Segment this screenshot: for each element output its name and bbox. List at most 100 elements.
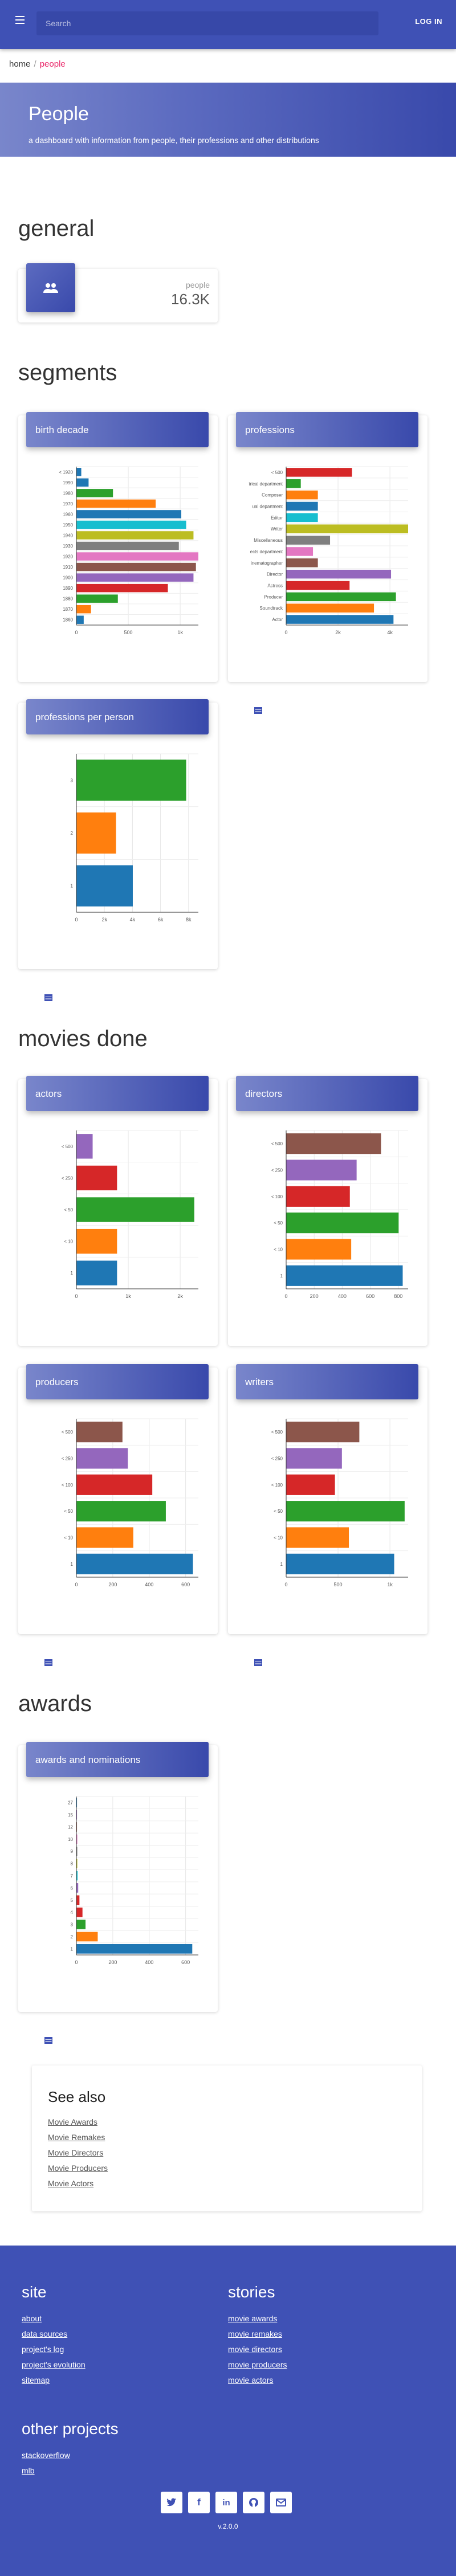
y-tick-label: 27	[68, 1801, 73, 1806]
footer-link[interactable]: mlb	[22, 2466, 119, 2475]
bar	[76, 1165, 117, 1191]
list-icon[interactable]	[44, 953, 75, 1001]
stat-value: 16.3K	[171, 291, 210, 308]
bar	[76, 510, 182, 519]
y-tick-label: 1	[71, 884, 74, 889]
footer-link[interactable]: project's evolution	[22, 2360, 85, 2369]
y-tick-label: 1	[71, 1271, 74, 1276]
y-tick-label: Director	[267, 572, 283, 577]
table-icon[interactable]	[254, 1618, 269, 1666]
y-tick-label: < 10	[64, 1536, 73, 1541]
footer-link[interactable]: stackoverflow	[22, 2451, 119, 2460]
table-icon[interactable]	[44, 1618, 59, 1666]
footer-link[interactable]: movie actors	[228, 2375, 287, 2385]
footer-link[interactable]: movie producers	[228, 2360, 287, 2369]
footer-link[interactable]: sitemap	[22, 2375, 85, 2385]
footer-link[interactable]: movie remakes	[228, 2329, 287, 2338]
chart-title: professions	[236, 412, 418, 447]
version-label: v.2.0.0	[218, 2522, 238, 2530]
page-subtitle: a dashboard with information from people…	[28, 136, 319, 145]
bar	[286, 1527, 349, 1548]
y-tick-label: < 250	[62, 1456, 74, 1461]
table-icon[interactable]	[44, 666, 59, 714]
bar	[76, 1932, 98, 1942]
menu-icon[interactable]	[11, 11, 28, 28]
see-also-panel: See also Movie Awards Movie Remakes Movi…	[32, 2065, 422, 2211]
footer-link[interactable]: about	[22, 2314, 85, 2323]
awards-grid: awards and nominations 0 200 400 600 27 15 12 1…	[18, 1742, 456, 2044]
list-icon[interactable]	[254, 1618, 285, 1666]
x-tick-label: 200	[108, 1959, 117, 1965]
footer-link[interactable]: movie directors	[228, 2345, 287, 2354]
chart-card: actors 0 1k 2k < 500 < 250 < 50 < 10 1	[18, 1076, 218, 1378]
chart-card: writers 0 500 1k < 500 < 250 < 100 < 50 < 10 1	[228, 1364, 427, 1666]
y-tick-label: 1	[71, 1946, 74, 1952]
breadcrumb-current: people	[39, 59, 66, 69]
footer-link[interactable]: project's log	[22, 2345, 85, 2354]
info-icon[interactable]	[35, 666, 51, 714]
table-icon[interactable]	[254, 1330, 269, 1378]
section-title-movies: movies done	[18, 1026, 148, 1051]
people-icon	[26, 263, 75, 312]
info-icon[interactable]	[35, 1330, 51, 1378]
see-also-link[interactable]: Movie Producers	[48, 2163, 406, 2173]
y-tick-label: < 500	[271, 470, 283, 475]
see-also-link[interactable]: Movie Awards	[48, 2117, 406, 2126]
see-also-link[interactable]: Movie Actors	[48, 2179, 406, 2188]
info-icon[interactable]	[35, 953, 51, 1001]
chart-title: producers	[26, 1364, 209, 1399]
table-icon[interactable]	[254, 666, 269, 714]
list-icon[interactable]	[254, 1330, 285, 1378]
x-tick-label: 200	[310, 1293, 319, 1299]
y-tick-label: 15	[68, 1812, 73, 1818]
info-icon[interactable]	[245, 1330, 261, 1378]
bar	[76, 489, 113, 497]
breadcrumb-home[interactable]: home	[9, 59, 31, 69]
list-icon[interactable]	[254, 666, 285, 714]
info-icon[interactable]	[35, 1618, 51, 1666]
mail-icon[interactable]	[270, 2492, 292, 2513]
table-icon[interactable]	[44, 953, 59, 1001]
y-tick-label: 6	[71, 1885, 74, 1891]
search-input[interactable]	[46, 19, 369, 28]
y-tick-label: 7	[71, 1873, 74, 1879]
github-icon[interactable]	[243, 2492, 264, 2513]
chart-card: producers 0 200 400 600 < 500 < 250 < 100 < 50 <…	[18, 1364, 218, 1666]
stat-label: people	[185, 280, 210, 289]
professions-chart: 0 2k 4k < 500 trical department Composer ual d…	[249, 466, 408, 635]
y-tick-label: inematographer	[251, 561, 283, 566]
y-tick-label: 3	[71, 1922, 74, 1928]
info-icon[interactable]	[245, 666, 261, 714]
birth-decade-chart: 0 500 1k < 1920 1990 1980 1970 1960 1950 1940 1930…	[59, 466, 198, 635]
table-icon[interactable]	[44, 1996, 59, 2044]
bar	[76, 760, 186, 801]
twitter-icon[interactable]	[161, 2492, 182, 2513]
list-icon[interactable]	[44, 1996, 75, 2044]
y-tick-label: 1	[71, 1562, 74, 1567]
search-box[interactable]	[36, 11, 378, 35]
footer-stories: stories movie awards movie remakes movie…	[228, 2283, 287, 2391]
login-button[interactable]: LOG IN	[415, 17, 442, 26]
table-icon[interactable]	[44, 1330, 59, 1378]
footer-link[interactable]: data sources	[22, 2329, 85, 2338]
info-icon[interactable]	[245, 1618, 261, 1666]
awards-chart: 0 200 400 600 27 15 12 10 9 8 7 6 5 4 3 2 1	[68, 1796, 198, 1965]
see-also-link[interactable]: Movie Directors	[48, 2148, 406, 2157]
bar	[286, 592, 396, 602]
footer-stories-title: stories	[228, 2283, 275, 2301]
see-also-link[interactable]: Movie Remakes	[48, 2133, 406, 2142]
footer-link[interactable]: movie awards	[228, 2314, 287, 2323]
chart-title: professions per person	[26, 699, 209, 734]
list-icon[interactable]	[44, 1330, 75, 1378]
bar	[76, 1944, 193, 1954]
x-tick-label: 1k	[177, 630, 183, 635]
y-tick-label: 1910	[63, 565, 73, 570]
x-tick-label: 1k	[125, 1293, 131, 1299]
bar	[286, 1213, 399, 1234]
facebook-icon[interactable]: f	[188, 2492, 210, 2513]
list-icon[interactable]	[44, 666, 75, 714]
linkedin-icon[interactable]: in	[215, 2492, 237, 2513]
list-icon[interactable]	[44, 1618, 75, 1666]
bar	[286, 501, 318, 511]
info-icon[interactable]	[35, 1996, 51, 2044]
